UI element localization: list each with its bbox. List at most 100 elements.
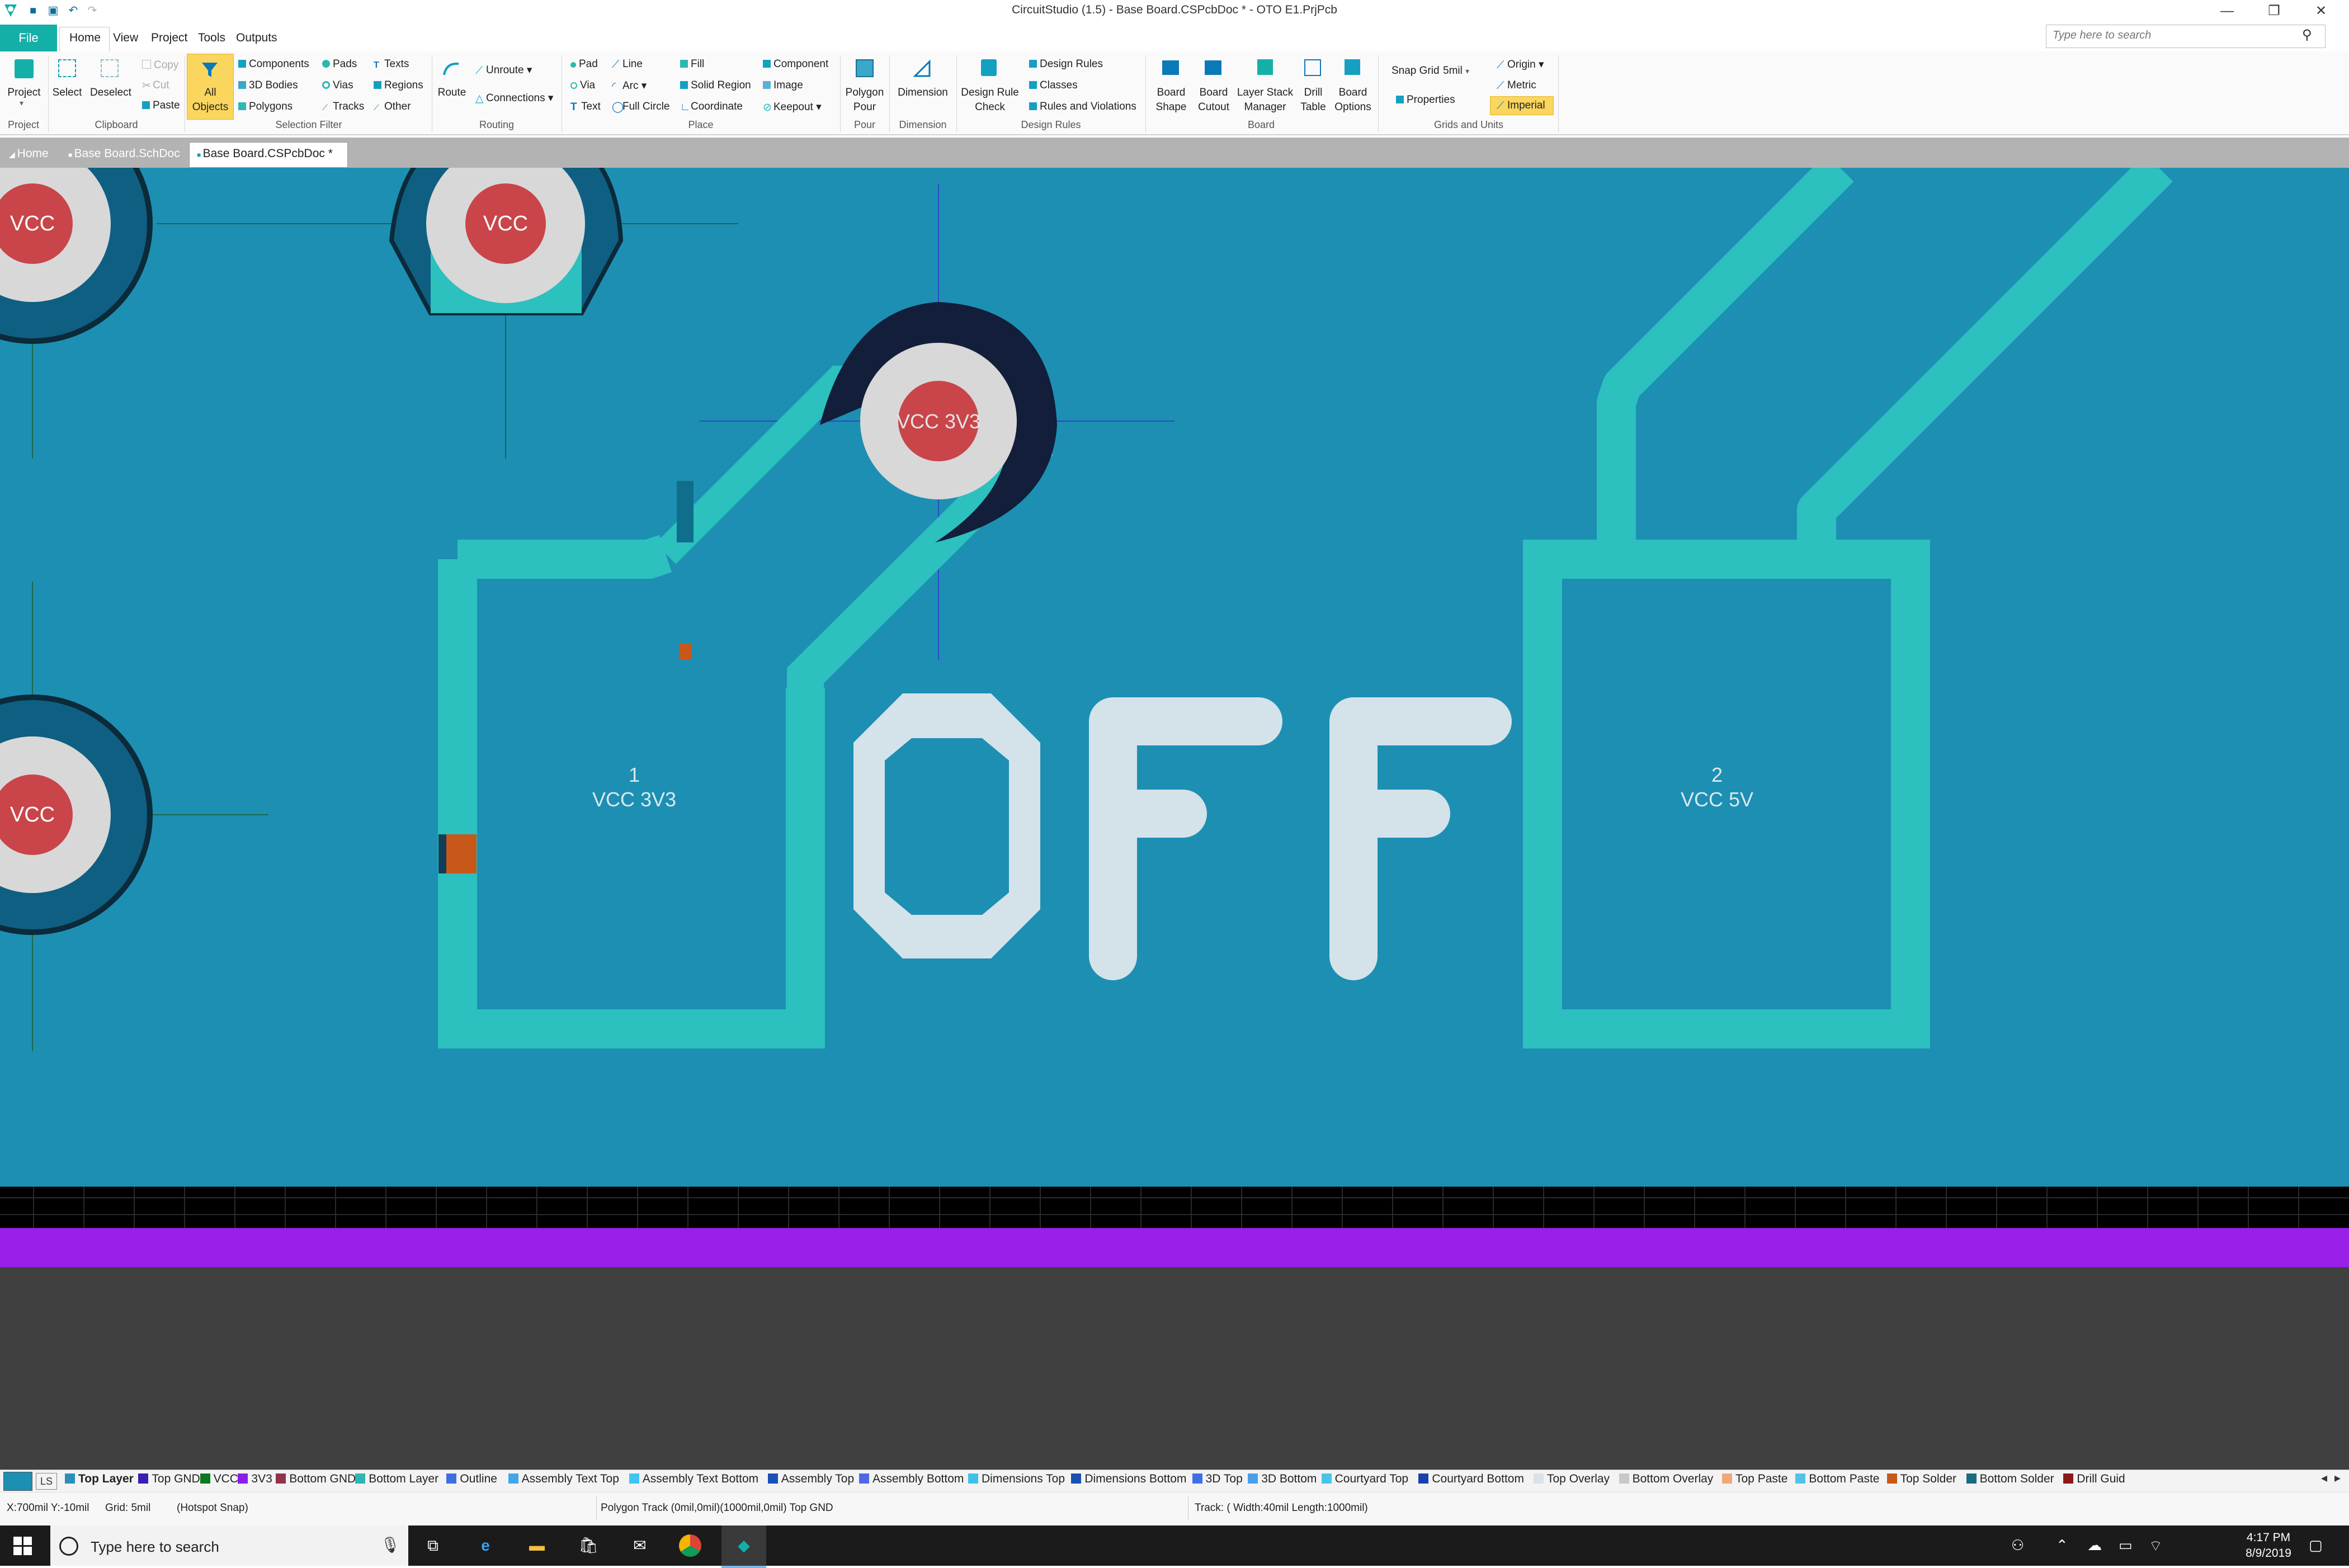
dimension-button[interactable]: Dimension bbox=[892, 86, 954, 100]
file-tab[interactable]: File bbox=[0, 25, 57, 51]
drill-table-line2[interactable]: Table bbox=[1296, 101, 1330, 114]
task-view-icon[interactable]: ⧉ bbox=[418, 1531, 447, 1560]
place-pad[interactable]: Pad bbox=[570, 58, 598, 70]
board-shape-line1[interactable]: Board bbox=[1147, 86, 1196, 100]
cut-button[interactable]: ✂ Cut bbox=[142, 79, 169, 92]
layer-tab[interactable]: Top Layer bbox=[65, 1472, 134, 1486]
layer-tab[interactable]: Dimensions Bottom bbox=[1071, 1472, 1186, 1486]
layer-tab[interactable]: 3V3 bbox=[238, 1472, 272, 1486]
filter-tracks[interactable]: ⟋ Tracks bbox=[322, 101, 364, 113]
place-via[interactable]: Via bbox=[570, 79, 595, 92]
board-options-line2[interactable]: Options bbox=[1331, 101, 1375, 114]
drc-line2[interactable]: Check bbox=[957, 101, 1022, 114]
search-icon[interactable]: ⚲ bbox=[2302, 27, 2312, 43]
layer-tab[interactable]: Courtyard Top bbox=[1321, 1472, 1408, 1486]
project-button[interactable]: Project bbox=[4, 86, 44, 100]
place-keepout[interactable]: ⊘ Keepout ▾ bbox=[763, 101, 822, 114]
route-button[interactable]: Route bbox=[433, 86, 471, 100]
layer-tab[interactable]: Bottom GND bbox=[276, 1472, 356, 1486]
design-rules-button[interactable]: Design Rules bbox=[1029, 58, 1103, 70]
place-solid-region[interactable]: Solid Region bbox=[680, 79, 751, 92]
board-shape-line2[interactable]: Shape bbox=[1147, 101, 1196, 114]
board-cutout-line1[interactable]: Board bbox=[1195, 86, 1233, 100]
tab-view[interactable]: View bbox=[113, 31, 138, 45]
edge-browser-icon[interactable]: e bbox=[471, 1531, 500, 1560]
layer-tab[interactable]: Top Paste bbox=[1722, 1472, 1787, 1486]
tab-tools[interactable]: Tools bbox=[198, 31, 225, 45]
filter-components[interactable]: Components bbox=[238, 58, 309, 70]
board-cutout-line2[interactable]: Cutout bbox=[1195, 101, 1233, 114]
select-button[interactable]: Select bbox=[49, 86, 85, 100]
connections-button[interactable]: △ Connections ▾ bbox=[475, 92, 553, 105]
layer-tab[interactable]: Top Solder bbox=[1886, 1472, 1956, 1486]
layer-tab[interactable]: Bottom Layer bbox=[355, 1472, 438, 1486]
layer-tab[interactable]: Bottom Paste bbox=[1795, 1472, 1879, 1486]
layer-tab[interactable]: 3D Top bbox=[1192, 1472, 1243, 1486]
layer-tab[interactable]: VCC bbox=[200, 1472, 238, 1486]
imperial-button[interactable]: ⟋ Imperial bbox=[1497, 100, 1545, 112]
place-component[interactable]: Component bbox=[763, 58, 828, 70]
place-full-circle[interactable]: ◯Full Circle bbox=[612, 101, 669, 113]
filter-polygons[interactable]: Polygons bbox=[238, 101, 293, 113]
filter-3d-bodies[interactable]: 3D Bodies bbox=[238, 79, 298, 92]
copy-button[interactable]: Copy bbox=[142, 59, 178, 72]
place-coordinate[interactable]: ∟Coordinate bbox=[680, 101, 743, 113]
file-explorer-icon[interactable]: ▬ bbox=[522, 1531, 551, 1560]
layer-tab[interactable]: Assembly Bottom bbox=[859, 1472, 964, 1486]
layer-tab[interactable]: Outline bbox=[446, 1472, 497, 1486]
origin-button[interactable]: ⟋ Origin ▾ bbox=[1497, 58, 1544, 71]
mail-icon[interactable]: ✉ bbox=[625, 1531, 654, 1560]
layer-stack-line1[interactable]: Layer Stack bbox=[1234, 86, 1296, 100]
chrome-icon[interactable] bbox=[679, 1534, 701, 1557]
filter-pads[interactable]: Pads bbox=[322, 58, 357, 70]
doc-tab-pcbdoc[interactable]: ■ Base Board.CSPcbDoc * bbox=[191, 144, 338, 163]
place-arc[interactable]: ◜ Arc ▾ bbox=[612, 79, 647, 92]
people-icon[interactable]: ⚇ bbox=[2011, 1537, 2024, 1554]
layer-tab[interactable]: Bottom Overlay bbox=[1619, 1472, 1713, 1486]
scroll-left-icon[interactable]: ◂ bbox=[2321, 1471, 2327, 1485]
rules-violations-button[interactable]: Rules and Violations bbox=[1029, 101, 1136, 113]
place-fill[interactable]: Fill bbox=[680, 58, 704, 70]
scroll-right-icon[interactable]: ▸ bbox=[2334, 1471, 2341, 1485]
layer-tab[interactable]: Dimensions Top bbox=[968, 1472, 1065, 1486]
filter-regions[interactable]: Regions bbox=[374, 79, 423, 92]
layer-tab[interactable]: Courtyard Bottom bbox=[1418, 1472, 1524, 1486]
pcb-canvas[interactable]: VCC VCC VCC VCC 3V3 1 VCC 3V3 2 VCC 5V bbox=[0, 168, 2349, 1187]
unroute-button[interactable]: ⟋ Unroute ▾ bbox=[475, 64, 532, 77]
layer-tab[interactable]: Assembly Text Top bbox=[508, 1472, 619, 1486]
board-options-line1[interactable]: Board bbox=[1331, 86, 1375, 100]
tab-outputs[interactable]: Outputs bbox=[236, 31, 277, 45]
store-icon[interactable]: 🛍 bbox=[574, 1531, 603, 1560]
restore-button[interactable]: ❐ bbox=[2257, 1, 2291, 21]
onedrive-icon[interactable]: ☁ bbox=[2087, 1537, 2102, 1554]
filter-vias[interactable]: Vias bbox=[322, 79, 353, 92]
tab-project[interactable]: Project bbox=[151, 31, 187, 45]
doc-tab-home[interactable]: ◢ Home bbox=[3, 144, 54, 163]
snap-grid-select[interactable]: 5mil ▾ bbox=[1443, 65, 1469, 77]
layer-stack-line2[interactable]: Manager bbox=[1234, 101, 1296, 114]
microphone-icon[interactable]: 🎙 bbox=[380, 1536, 400, 1554]
doc-tab-schdoc[interactable]: ■ Base Board.SchDoc bbox=[63, 144, 186, 163]
filter-other[interactable]: ⟋ Other bbox=[374, 101, 411, 113]
place-image[interactable]: Image bbox=[763, 79, 803, 92]
clock-date[interactable]: 8/9/2019 bbox=[2224, 1547, 2313, 1560]
action-center-icon[interactable]: ▢ bbox=[2309, 1537, 2323, 1554]
show-hidden-icons[interactable]: ⌃ bbox=[2056, 1537, 2068, 1554]
layer-tab[interactable]: Drill Guid bbox=[2063, 1472, 2125, 1486]
drc-line1[interactable]: Design Rule bbox=[957, 86, 1022, 100]
minimize-button[interactable]: — bbox=[2210, 1, 2244, 21]
layer-tab[interactable]: Assembly Text Bottom bbox=[629, 1472, 758, 1486]
windows-start-icon[interactable] bbox=[13, 1537, 32, 1558]
drill-table-line1[interactable]: Drill bbox=[1296, 86, 1330, 100]
layer-tab[interactable]: Assembly Top bbox=[767, 1472, 854, 1486]
paste-button[interactable]: Paste bbox=[142, 100, 180, 112]
metric-button[interactable]: ⟋ Metric bbox=[1497, 79, 1536, 92]
place-line[interactable]: ⟋ Line bbox=[612, 58, 643, 70]
layer-tab[interactable]: Top Overlay bbox=[1534, 1472, 1610, 1486]
properties-button[interactable]: Properties bbox=[1396, 94, 1455, 106]
current-layer-swatch[interactable] bbox=[3, 1472, 32, 1491]
layer-set-button[interactable]: LS bbox=[36, 1473, 57, 1490]
layer-tab[interactable]: Top GND bbox=[138, 1472, 200, 1486]
tab-home[interactable]: Home bbox=[69, 31, 101, 45]
close-button[interactable]: ✕ bbox=[2304, 1, 2338, 21]
